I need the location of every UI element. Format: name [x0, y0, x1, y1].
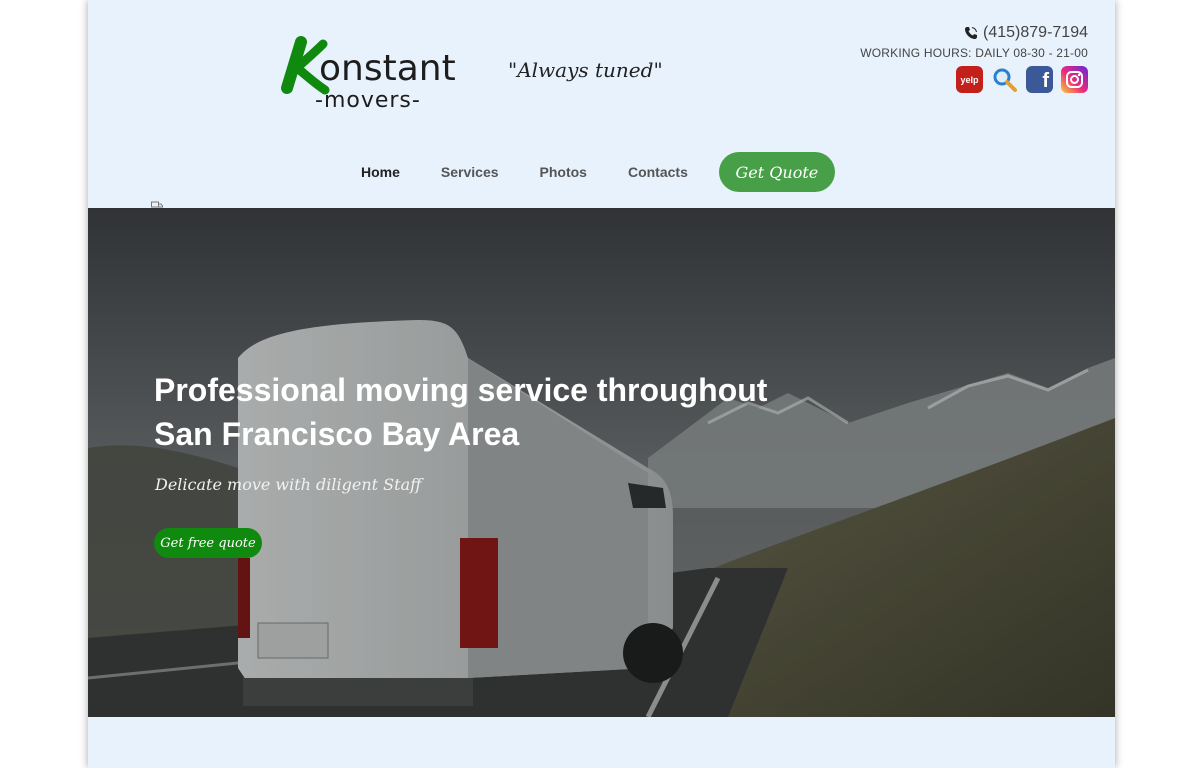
phone-number: (415)879-7194 [983, 24, 1088, 41]
contact-block: (415)879-7194 WORKING HOURS: DAILY 08-30… [860, 24, 1088, 93]
logo-subtitle: -movers- [315, 88, 421, 113]
get-quote-button[interactable]: Get Quote [718, 152, 835, 192]
phone-icon [965, 27, 978, 39]
main-nav: Home Services Photos Contacts Get Quote [361, 152, 835, 192]
logo[interactable]: onstant -movers- [275, 36, 475, 116]
nav-services[interactable]: Services [441, 164, 499, 180]
tagline: "Always tuned" [508, 58, 663, 82]
nav-home[interactable]: Home [361, 164, 400, 180]
hero-subtitle: Delicate move with diligent Staff [155, 475, 422, 494]
hero-background-image [88, 208, 1115, 717]
working-hours: WORKING HOURS: DAILY 08-30 - 21-00 [860, 46, 1088, 60]
nav-photos[interactable]: Photos [540, 164, 587, 180]
social-links: yelp f [860, 66, 1088, 93]
phone-line[interactable]: (415)879-7194 [860, 24, 1088, 42]
instagram-icon[interactable] [1061, 66, 1088, 93]
get-free-quote-button[interactable]: Get free quote [154, 528, 262, 558]
logo-wordmark: onstant [319, 48, 456, 89]
hero-banner: Professional moving service throughout S… [88, 208, 1115, 717]
facebook-icon[interactable]: f [1026, 66, 1053, 93]
hero-title: Professional moving service throughout S… [154, 372, 768, 452]
yelp-icon[interactable]: yelp [956, 66, 983, 93]
search-icon[interactable] [991, 66, 1018, 93]
nav-contacts[interactable]: Contacts [628, 164, 688, 180]
page: onstant -movers- "Always tuned" (415)879… [88, 0, 1115, 768]
